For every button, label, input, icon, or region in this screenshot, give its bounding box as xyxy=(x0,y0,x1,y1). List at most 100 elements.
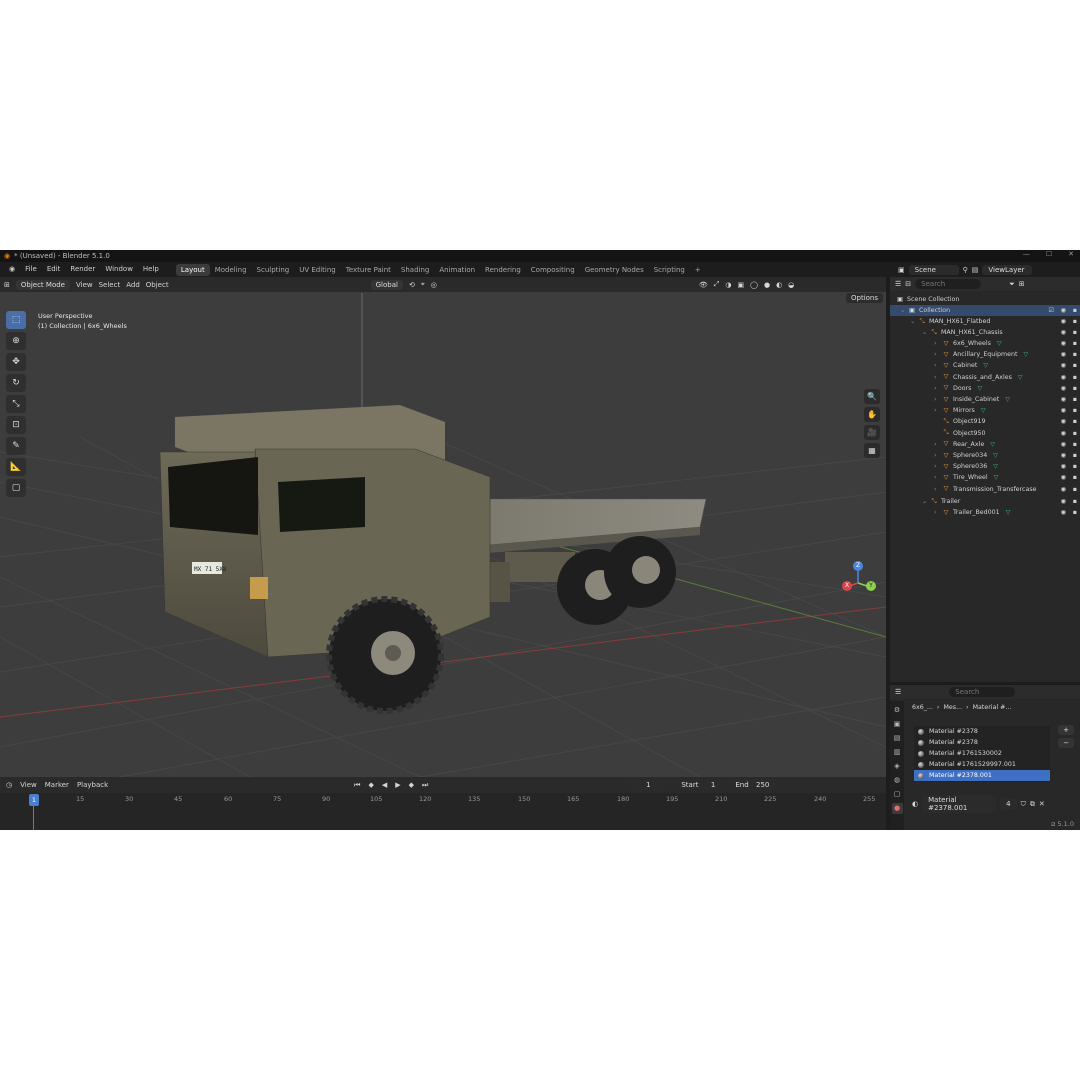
visibility-eye-icon[interactable]: ◉ xyxy=(1061,374,1067,381)
material-slot[interactable]: Material #2378 xyxy=(914,726,1050,737)
expand-arrow-icon[interactable]: ⌄ xyxy=(922,329,930,336)
modifier-icon[interactable]: ▽ xyxy=(1006,509,1011,516)
render-tab-icon[interactable]: ▣ xyxy=(892,719,903,730)
object-mode-dropdown[interactable]: Object Mode xyxy=(15,279,70,290)
scale-tool-icon[interactable]: ⤡ xyxy=(6,395,26,413)
workspace-tab-scripting[interactable]: Scripting xyxy=(649,264,690,276)
outliner-editor-icon[interactable]: ☰ xyxy=(895,280,901,288)
workspace-tab-texture-paint[interactable]: Texture Paint xyxy=(341,264,396,276)
timeline-editor-icon[interactable]: ◷ xyxy=(6,781,12,789)
visibility-eye-icon[interactable]: ◉ xyxy=(1061,509,1067,516)
scene-icon[interactable]: ▣ xyxy=(898,266,905,274)
scene-tab-icon[interactable]: ◈ xyxy=(892,761,903,772)
render-camera-icon[interactable]: ▪ xyxy=(1073,374,1077,381)
world-tab-icon[interactable]: ◍ xyxy=(892,775,903,786)
render-camera-icon[interactable]: ▪ xyxy=(1073,509,1077,516)
fake-user-icon[interactable]: ⛉ xyxy=(1021,800,1026,809)
expand-arrow-icon[interactable]: › xyxy=(934,441,942,448)
add-slot-button[interactable]: + xyxy=(1058,725,1074,735)
timeline-menu-view[interactable]: View xyxy=(20,781,37,789)
visibility-eye-icon[interactable]: ◉ xyxy=(1061,329,1067,336)
expand-arrow-icon[interactable]: ⌄ xyxy=(922,498,930,505)
viewport-menu-object[interactable]: Object xyxy=(146,281,169,289)
rotate-tool-icon[interactable]: ↻ xyxy=(6,374,26,392)
menu-window[interactable]: Window xyxy=(100,263,138,276)
menu-render[interactable]: Render xyxy=(65,263,100,276)
scene-field[interactable]: Scene xyxy=(908,264,959,275)
maximize-button[interactable]: ☐ xyxy=(1046,250,1052,258)
outliner-item[interactable]: › ▽ Tire_Wheel ▽ ◉ ▪ xyxy=(890,472,1080,483)
render-camera-icon[interactable]: ▪ xyxy=(1073,463,1077,470)
expand-arrow-icon[interactable]: › xyxy=(934,340,942,347)
duplicate-material-icon[interactable]: ⧉ xyxy=(1030,800,1035,809)
expand-arrow-icon[interactable]: ⌄ xyxy=(910,318,918,325)
material-slot-list[interactable]: Material #2378 Material #2378 Material #… xyxy=(914,726,1050,782)
cursor-tool-icon[interactable]: ⊕ xyxy=(6,332,26,350)
collection-checkbox-icon[interactable]: ☑ xyxy=(1048,307,1054,314)
modifier-icon[interactable]: ▽ xyxy=(1005,396,1010,403)
workspace-tab-sculpting[interactable]: Sculpting xyxy=(252,264,295,276)
close-button[interactable]: ✕ xyxy=(1068,250,1074,258)
outliner-item-flatbed[interactable]: ⌄ ⤡ MAN_HX61_Flatbed ◉ ▪ xyxy=(890,316,1080,327)
render-camera-icon[interactable]: ▪ xyxy=(1073,340,1077,347)
gizmo-z-axis[interactable]: Z xyxy=(853,561,863,571)
visibility-eye-icon[interactable]: ◉ xyxy=(1061,452,1067,459)
modifier-icon[interactable]: ▽ xyxy=(997,340,1002,347)
workspace-tab-geometry-nodes[interactable]: Geometry Nodes xyxy=(580,264,649,276)
render-camera-icon[interactable]: ▪ xyxy=(1073,396,1077,403)
render-camera-icon[interactable]: ▪ xyxy=(1073,430,1077,437)
outliner-item[interactable]: ⤡ Object919 ◉ ▪ xyxy=(890,416,1080,427)
display-mode-icon[interactable]: ⊟ xyxy=(905,280,911,288)
outliner-item[interactable]: › ▽ 6x6_Wheels ▽ ◉ ▪ xyxy=(890,338,1080,349)
options-dropdown[interactable]: Options xyxy=(846,293,884,303)
xray-toggle-icon[interactable]: ▣ xyxy=(737,281,744,289)
pin-icon[interactable]: ⚲ xyxy=(963,266,968,274)
outliner-item[interactable]: › ▽ Doors ▽ ◉ ▪ xyxy=(890,383,1080,394)
outliner-item[interactable]: › ▽ Cabinet ▽ ◉ ▪ xyxy=(890,360,1080,371)
render-camera-icon[interactable]: ▪ xyxy=(1073,418,1077,425)
shading-material-icon[interactable]: ◐ xyxy=(776,281,782,289)
outliner-item-chassis[interactable]: ⌄ ⤡ MAN_HX61_Chassis ◉ ▪ xyxy=(890,327,1080,338)
visibility-icon[interactable]: 👁 xyxy=(699,281,708,289)
visibility-eye-icon[interactable]: ◉ xyxy=(1061,351,1067,358)
modifier-icon[interactable]: ▽ xyxy=(983,362,988,369)
play-icon[interactable]: ▶ xyxy=(395,781,400,789)
frame-end-field[interactable]: End 250 xyxy=(729,780,776,790)
render-camera-icon[interactable]: ▪ xyxy=(1073,498,1077,505)
outliner-item-trailer[interactable]: ⌄ ⤡ Trailer ◉ ▪ xyxy=(890,496,1080,507)
viewport-menu-add[interactable]: Add xyxy=(126,281,140,289)
material-slot-selected[interactable]: Material #2378.001 xyxy=(914,770,1050,781)
render-camera-icon[interactable]: ▪ xyxy=(1073,318,1077,325)
play-reverse-icon[interactable]: ◀ xyxy=(382,781,387,789)
frame-ruler[interactable]: 15 30 45 60 75 90 105 120 135 150 165 18… xyxy=(0,795,886,807)
browse-material-icon[interactable]: ◐ xyxy=(912,800,918,808)
workspace-tab-rendering[interactable]: Rendering xyxy=(480,264,526,276)
outliner-item[interactable]: › ▽ Sphere034 ▽ ◉ ▪ xyxy=(890,450,1080,461)
viewport-menu-select[interactable]: Select xyxy=(99,281,121,289)
workspace-tab-animation[interactable]: Animation xyxy=(434,264,480,276)
view-layer-tab-icon[interactable]: ▥ xyxy=(892,747,903,758)
modifier-icon[interactable]: ▽ xyxy=(977,385,982,392)
current-frame-field[interactable]: 1 xyxy=(629,780,668,790)
visibility-eye-icon[interactable]: ◉ xyxy=(1061,362,1067,369)
render-camera-icon[interactable]: ▪ xyxy=(1073,441,1077,448)
material-slot[interactable]: Material #2378 xyxy=(914,737,1050,748)
jump-keyframe-forward-icon[interactable]: ◆ xyxy=(409,781,414,789)
expand-arrow-icon[interactable]: › xyxy=(934,374,942,381)
outliner-scene-collection[interactable]: ▣ Scene Collection xyxy=(890,294,1080,305)
expand-arrow-icon[interactable]: › xyxy=(934,452,942,459)
minimize-button[interactable]: — xyxy=(1023,250,1030,258)
measure-tool-icon[interactable]: 📐 xyxy=(6,458,26,476)
outliner-item[interactable]: › ▽ Sphere036 ▽ ◉ ▪ xyxy=(890,461,1080,472)
render-camera-icon[interactable]: ▪ xyxy=(1073,307,1077,314)
modifier-icon[interactable]: ▽ xyxy=(1024,351,1029,358)
render-camera-icon[interactable]: ▪ xyxy=(1073,385,1077,392)
render-camera-icon[interactable]: ▪ xyxy=(1073,329,1077,336)
playhead[interactable]: 1 xyxy=(29,794,39,806)
view-layer-icon[interactable]: ▤ xyxy=(972,266,979,274)
visibility-eye-icon[interactable]: ◉ xyxy=(1061,385,1067,392)
material-slot[interactable]: Material #1761529997.001 xyxy=(914,759,1050,770)
expand-arrow-icon[interactable]: › xyxy=(934,486,942,493)
timeline-menu-playback[interactable]: Playback xyxy=(77,781,108,789)
render-camera-icon[interactable]: ▪ xyxy=(1073,351,1077,358)
